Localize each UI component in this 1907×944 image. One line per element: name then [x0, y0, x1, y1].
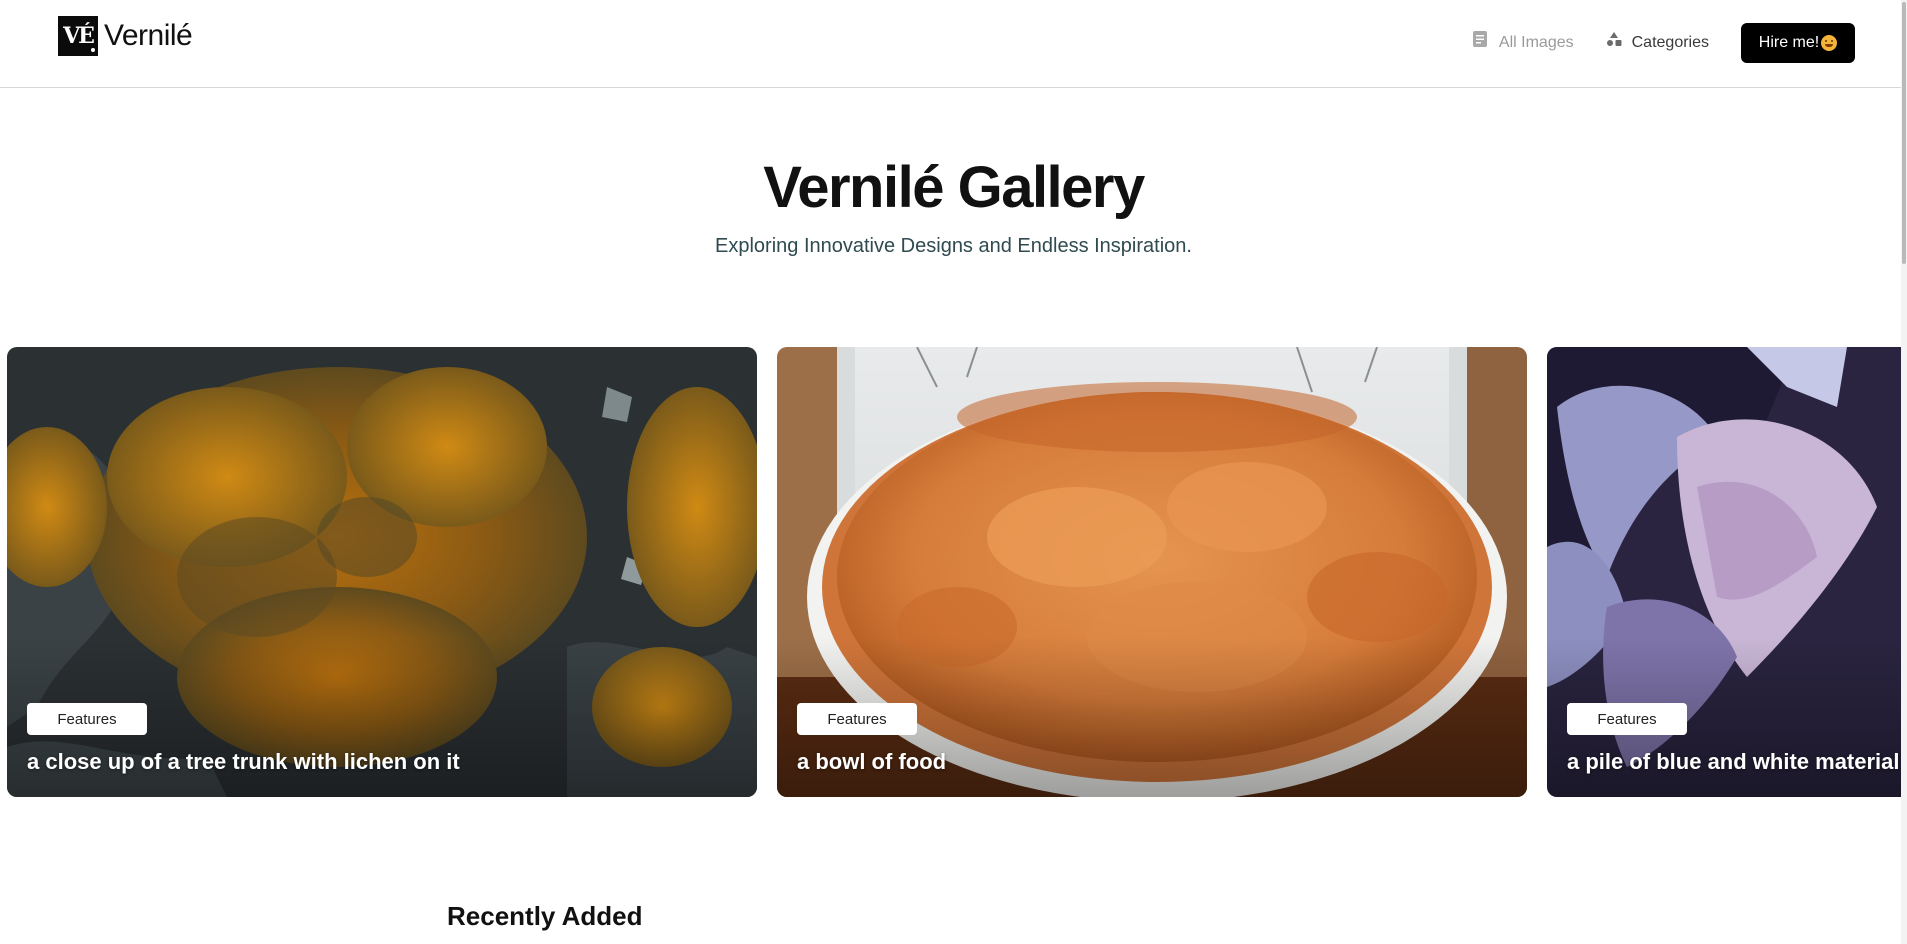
nav-categories[interactable]: Categories: [1606, 31, 1709, 52]
main-nav: All Images Categories Hire me!: [1472, 23, 1855, 63]
page-subtitle: Exploring Innovative Designs and Endless…: [715, 235, 1192, 257]
smiley-emoji-icon: [1821, 35, 1838, 51]
card-tag-badge[interactable]: Features: [1567, 703, 1687, 735]
top-navbar: VÉ Vernilé All Images Categories Hire me…: [0, 0, 1907, 88]
card-tag-badge[interactable]: Features: [797, 703, 917, 735]
scrollbar-thumb[interactable]: [1902, 2, 1906, 264]
carousel-card[interactable]: Features a close up of a tree trunk with…: [7, 347, 757, 797]
page-scrollbar[interactable]: [1901, 0, 1907, 944]
card-caption: a bowl of food: [797, 749, 947, 774]
nav-all-images-label: All Images: [1498, 34, 1574, 51]
nav-categories-label: Categories: [1631, 34, 1709, 51]
nav-all-images[interactable]: All Images: [1472, 31, 1574, 52]
brand-logo-link[interactable]: VÉ Vernilé: [58, 16, 193, 56]
brand-name: Vernilé: [104, 19, 193, 52]
recently-added-heading: Recently Added: [447, 901, 643, 931]
card-caption: a pile of blue and white material: [1567, 749, 1900, 774]
brand-logo-mark: VÉ: [58, 16, 98, 56]
document-icon: [1472, 31, 1489, 47]
card-tag-badge[interactable]: Features: [27, 703, 147, 735]
carousel-card[interactable]: Features a pile of blue and white materi…: [1547, 347, 1907, 797]
shapes-icon: [1606, 31, 1622, 47]
page-title: Vernilé Gallery: [763, 155, 1145, 220]
carousel-card[interactable]: Features a bowl of food: [777, 347, 1527, 797]
hire-me-button[interactable]: Hire me!: [1741, 23, 1855, 63]
hire-me-label: Hire me!: [1758, 34, 1820, 51]
featured-carousel: Features a close up of a tree trunk with…: [0, 347, 1907, 797]
card-caption: a close up of a tree trunk with lichen o…: [27, 749, 460, 774]
